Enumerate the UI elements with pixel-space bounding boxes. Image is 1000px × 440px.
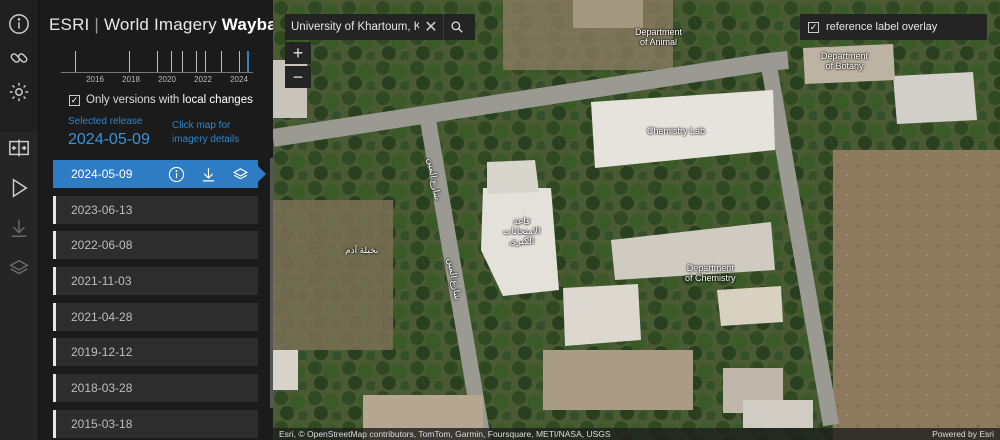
label-dept-botany: Department of Botany [821, 51, 869, 71]
timeline-tick[interactable] [129, 51, 130, 72]
release-item[interactable]: 2021-04-28 [53, 302, 258, 331]
local-changes-label-prefix: Only versions with [86, 94, 180, 106]
release-item[interactable]: 2022-06-08 [53, 231, 258, 260]
release-date-label: 2022-06-08 [71, 238, 133, 253]
release-item[interactable]: 2019-12-12 [53, 338, 258, 367]
timeline-axis [61, 72, 253, 73]
app-title-prefix: ESRI [49, 15, 90, 34]
label-place: نخيلة آدم [345, 245, 379, 255]
release-date-label: 2024-05-09 [71, 167, 133, 181]
click-map-hint: Click map for imagery details [172, 120, 240, 145]
release-info-icon[interactable] [166, 164, 186, 184]
search-icon [450, 21, 463, 33]
clear-search-icon[interactable]: ✕ [419, 14, 443, 40]
timeline-tick[interactable] [171, 51, 172, 72]
release-list: 2024-05-09 2023-06-13 2022-06-08 2021-11-03… [53, 160, 266, 440]
release-item[interactable]: 2023-06-13 [53, 195, 258, 224]
search-box: University of Khartoum, K ✕ [285, 14, 475, 40]
selected-release-date: 2024-05-09 [68, 131, 150, 148]
timeline-tick[interactable] [239, 51, 240, 72]
local-changes-toggle[interactable]: ✓ Only versions with local changes [69, 94, 253, 106]
wayback-app: ESRI | World Imagery Wayback 2016 2018 202… [0, 0, 1000, 440]
timeline-year-label: 2018 [122, 75, 140, 84]
release-date-label: 2023-06-13 [71, 202, 133, 217]
release-date-label: 2019-12-12 [71, 345, 133, 360]
zoom-in-button[interactable]: + [285, 42, 311, 64]
timeline-tick[interactable] [75, 51, 76, 72]
reference-overlay-checkbox[interactable]: ✓ [808, 21, 819, 33]
label-exam-hall: قاعة الامتحانات الكبرى [503, 216, 541, 246]
selected-release-label: Selected release [68, 116, 143, 127]
release-actions [166, 164, 250, 184]
layers-icon[interactable] [7, 256, 31, 280]
release-date-label: 2018-03-28 [71, 381, 133, 396]
timeline-tick[interactable] [196, 51, 197, 72]
play-icon[interactable] [7, 176, 31, 200]
label-dept-animal: Department of Animal [635, 27, 683, 47]
map-attribution: Esri, © OpenStreetMap contributors, TomT… [273, 428, 1000, 440]
gear-icon[interactable] [7, 80, 31, 104]
release-timeline[interactable]: 2016 2018 2020 2022 2024 [61, 48, 253, 84]
app-title: ESRI | World Imagery Wayback [49, 15, 296, 35]
release-date-label: 2021-04-28 [71, 309, 133, 324]
release-layers-icon[interactable] [230, 164, 250, 184]
timeline-selected-tick[interactable] [247, 51, 249, 72]
release-date-label: 2015-03-18 [71, 416, 133, 431]
zoom-out-button[interactable]: − [285, 66, 311, 88]
release-item[interactable]: 2015-03-18 [53, 409, 258, 438]
release-download-icon[interactable] [198, 164, 218, 184]
swipe-icon[interactable] [7, 136, 31, 160]
powered-by-esri[interactable]: Powered by Esri [932, 428, 994, 440]
icon-rail [0, 0, 38, 440]
timeline-tick[interactable] [221, 51, 222, 72]
search-input[interactable]: University of Khartoum, K [285, 21, 419, 33]
release-item[interactable]: 2018-03-28 [53, 374, 258, 403]
release-item[interactable]: 2021-11-03 [53, 267, 258, 296]
search-button[interactable] [443, 14, 469, 40]
attribution-text[interactable]: Esri, © OpenStreetMap contributors, TomT… [279, 429, 611, 439]
release-item-selected[interactable]: 2024-05-09 [53, 160, 266, 188]
timeline-tick[interactable] [205, 51, 206, 72]
timeline-year-label: 2016 [86, 75, 104, 84]
app-title-main: World Imagery [103, 15, 217, 34]
timeline-year-label: 2020 [158, 75, 176, 84]
local-changes-label-bold: local changes [182, 94, 253, 106]
satellite-imagery [273, 0, 1000, 440]
local-changes-checkbox[interactable]: ✓ [69, 94, 80, 106]
app-title-separator: | [94, 15, 100, 34]
reference-overlay-toggle[interactable]: ✓ reference label overlay [800, 14, 987, 40]
download-icon[interactable] [7, 216, 31, 240]
map-view[interactable]: Department of Animal Department of Botan… [273, 0, 1000, 440]
timeline-year-label: 2022 [194, 75, 212, 84]
timeline-year-label: 2024 [230, 75, 248, 84]
link-icon[interactable] [7, 46, 31, 70]
info-icon[interactable] [7, 12, 31, 36]
release-date-label: 2021-11-03 [71, 274, 132, 289]
timeline-tick[interactable] [157, 51, 158, 72]
label-chemistry-lab: Chemistry Lab [647, 126, 706, 136]
reference-overlay-label: reference label overlay [826, 21, 938, 33]
side-panel: ESRI | World Imagery Wayback 2016 2018 202… [38, 0, 296, 440]
local-changes-label: Only versions with local changes [86, 94, 253, 106]
timeline-tick[interactable] [182, 51, 183, 72]
label-dept-chemistry: Department of Chemistry [685, 263, 736, 283]
